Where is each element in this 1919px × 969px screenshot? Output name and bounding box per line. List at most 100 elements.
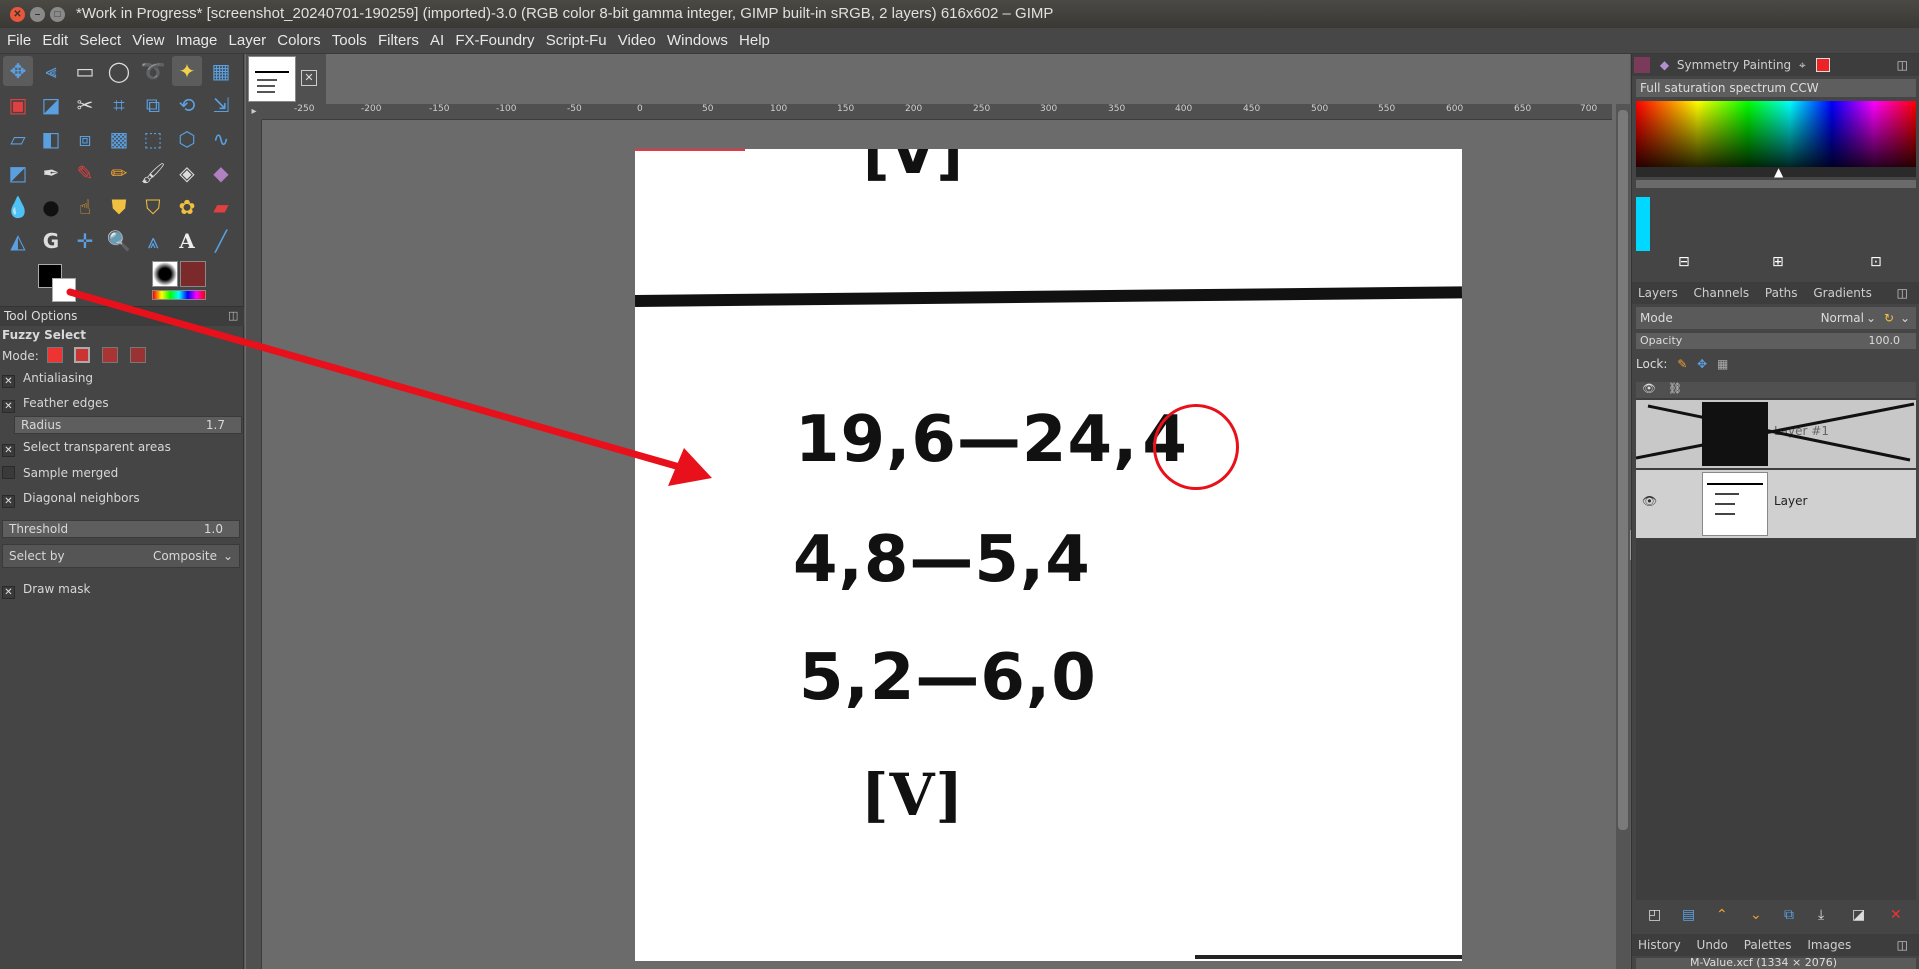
bucket-fill-icon[interactable]: ◈ — [172, 158, 202, 188]
diagonal-neighbors-row[interactable]: ✕ Diagonal neighbors — [2, 491, 240, 508]
menu-tools[interactable]: Tools — [325, 28, 367, 54]
paintbrush-icon[interactable]: 🖌 — [138, 158, 168, 188]
scale-tool-icon[interactable]: ⇲ — [206, 90, 236, 120]
menu-windows[interactable]: Windows — [660, 28, 728, 54]
diagonal-neighbors-checkbox[interactable]: ✕ — [2, 495, 15, 508]
mode-subtract-icon[interactable] — [102, 347, 119, 363]
tab-layers[interactable]: Layers — [1632, 282, 1684, 304]
panel-menu-icon[interactable]: ◫ — [228, 309, 238, 322]
mode-add-icon[interactable] — [74, 347, 91, 363]
panel-menu-icon[interactable]: ◫ — [1891, 282, 1914, 304]
radius-slider[interactable]: Radius 1.7 — [14, 416, 242, 434]
rotate-tool-icon[interactable]: ⟲ — [172, 90, 202, 120]
move-selection-icon[interactable]: ✛ — [70, 226, 100, 256]
close-icon[interactable]: ✕ — [301, 70, 317, 86]
palette-tab-icon[interactable] — [1634, 57, 1650, 73]
scrollbar-thumb[interactable] — [1618, 110, 1628, 830]
dodge-burn-icon[interactable]: ▰ — [206, 192, 236, 222]
minimize-window-button[interactable]: – — [30, 7, 45, 22]
antialiasing-checkbox[interactable]: ✕ — [2, 375, 15, 388]
draw-mask-row[interactable]: ✕ Draw mask — [2, 582, 240, 599]
blur-tool-icon[interactable]: 💧 — [3, 192, 33, 222]
ellipse-select-icon[interactable]: ◯ — [104, 56, 134, 86]
delete-color-icon[interactable]: ⊟ — [1678, 254, 1690, 270]
panel-menu-icon[interactable]: ◫ — [1891, 934, 1914, 956]
heal-tool-icon[interactable]: ⛉ — [138, 192, 168, 222]
layer-row[interactable]: Layer #1 — [1636, 400, 1916, 468]
raise-layer-icon[interactable]: ⌃ — [1716, 904, 1728, 926]
smudge-tool-icon[interactable]: ☝ — [70, 192, 100, 222]
measure-tool-icon[interactable]: ✎ — [70, 158, 100, 188]
sample-merged-row[interactable]: Sample merged — [2, 466, 240, 480]
tab-images[interactable]: Images — [1801, 934, 1857, 956]
lock-position-icon[interactable]: ✥ — [1697, 357, 1707, 371]
paths-tool-icon[interactable]: ◩ — [3, 158, 33, 188]
new-layer-icon[interactable]: ◰ — [1648, 904, 1661, 926]
select-transparent-checkbox[interactable]: ✕ — [2, 444, 15, 457]
mode-dropdown[interactable]: Mode Normal ⌄ ↻ ⌄ — [1636, 307, 1916, 329]
free-select-icon[interactable]: ➰ — [138, 56, 168, 86]
maximize-window-button[interactable]: □ — [50, 7, 65, 22]
merge-layer-icon[interactable]: ⤓ — [1818, 904, 1824, 926]
warp-transform-icon[interactable]: ∿ — [206, 124, 236, 154]
shear-tool-icon[interactable]: ▱ — [3, 124, 33, 154]
mode-replace-icon[interactable] — [46, 347, 63, 363]
background-color-swatch[interactable] — [52, 278, 76, 302]
cyan-color-swatch[interactable] — [1636, 197, 1650, 251]
align-tool-icon[interactable]: ⫷ — [36, 56, 66, 86]
symmetry-painting-tab[interactable]: Symmetry Painting — [1677, 54, 1791, 76]
document-canvas[interactable]: [V] 19,6—24, 4 4,8—5,4 5,2—6,0 [V] — [635, 149, 1462, 961]
opacity-slider[interactable]: Opacity 100.0 — [1636, 333, 1916, 349]
handle-transform-icon[interactable]: ⬚ — [138, 124, 168, 154]
add-color-icon[interactable]: ⊞ — [1772, 254, 1784, 270]
foreground-select-icon[interactable]: ◪ — [36, 90, 66, 120]
ruler-corner-icon[interactable]: ▸ — [246, 104, 262, 120]
perspective-tool-icon[interactable]: ⧈ — [70, 124, 100, 154]
feather-edges-checkbox[interactable]: ✕ — [2, 400, 15, 413]
antialiasing-row[interactable]: ✕ Antialiasing — [2, 371, 240, 388]
menu-file[interactable]: File — [0, 28, 31, 54]
menu-view[interactable]: View — [125, 28, 164, 54]
lock-pixels-icon[interactable]: ✎ — [1677, 357, 1687, 371]
cage-transform-icon[interactable]: ⬡ — [172, 124, 202, 154]
tab-history[interactable]: History — [1632, 934, 1687, 956]
gradient-name[interactable]: Full saturation spectrum CCW — [1636, 79, 1916, 97]
select-by-color-icon[interactable]: ▦ — [206, 56, 236, 86]
unified-transform-icon[interactable]: ⧉ — [138, 90, 168, 120]
sample-merged-checkbox[interactable] — [2, 466, 15, 479]
gradient-range-bar[interactable] — [1636, 180, 1916, 188]
gradient-stop-icon[interactable]: ▲ — [1774, 165, 1783, 179]
menu-script-fu[interactable]: Script-Fu — [539, 28, 607, 54]
spectrum-gradient[interactable] — [1636, 101, 1916, 167]
panel-menu-icon[interactable]: ◫ — [1891, 54, 1914, 76]
menu-ai[interactable]: AI — [423, 28, 444, 54]
3d-transform-icon[interactable]: ▩ — [104, 124, 134, 154]
pattern-preview-icon[interactable] — [180, 261, 206, 287]
mypaint-brush-icon[interactable]: ✿ — [172, 192, 202, 222]
g-tool-icon[interactable]: G — [36, 226, 66, 256]
measure-compass-icon[interactable]: ⩓ — [138, 226, 168, 256]
canvas-vertical-scrollbar[interactable] — [1616, 104, 1630, 969]
image-tab-thumbnail[interactable] — [248, 56, 296, 102]
history-entry[interactable]: M-Value.xcf (1334 × 2076) — [1690, 958, 1837, 969]
eraser-icon[interactable]: ◆ — [206, 158, 236, 188]
move-tool-icon[interactable]: ✥ — [3, 56, 33, 86]
layer-row[interactable]: 👁 Layer — [1636, 470, 1916, 538]
gradient-stops-bar[interactable]: ▲ — [1636, 165, 1916, 179]
draw-mask-checkbox[interactable]: ✕ — [2, 586, 15, 599]
gegl-tool-icon[interactable]: ◭ — [3, 226, 33, 256]
duplicate-layer-icon[interactable]: ⧉ — [1784, 904, 1794, 926]
menu-edit[interactable]: Edit — [35, 28, 68, 54]
fg-color-tab-icon[interactable] — [1815, 58, 1830, 72]
rect-select-icon[interactable]: ▭ — [70, 56, 100, 86]
select-by-dropdown[interactable]: Select by Composite ⌄ — [2, 544, 240, 568]
menu-filters[interactable]: Filters — [371, 28, 419, 54]
color-picker-icon[interactable]: ✒ — [36, 158, 66, 188]
pointer-tab-icon[interactable]: ⌖ — [1795, 54, 1810, 76]
threshold-slider[interactable]: Threshold 1.0 — [2, 520, 240, 538]
tab-palettes[interactable]: Palettes — [1738, 934, 1798, 956]
gradient-preview-icon[interactable] — [152, 290, 206, 300]
scissors-icon[interactable]: ✂ — [70, 90, 100, 120]
tab-undo[interactable]: Undo — [1691, 934, 1734, 956]
zoom-tool-icon[interactable]: 🔍 — [104, 226, 134, 256]
